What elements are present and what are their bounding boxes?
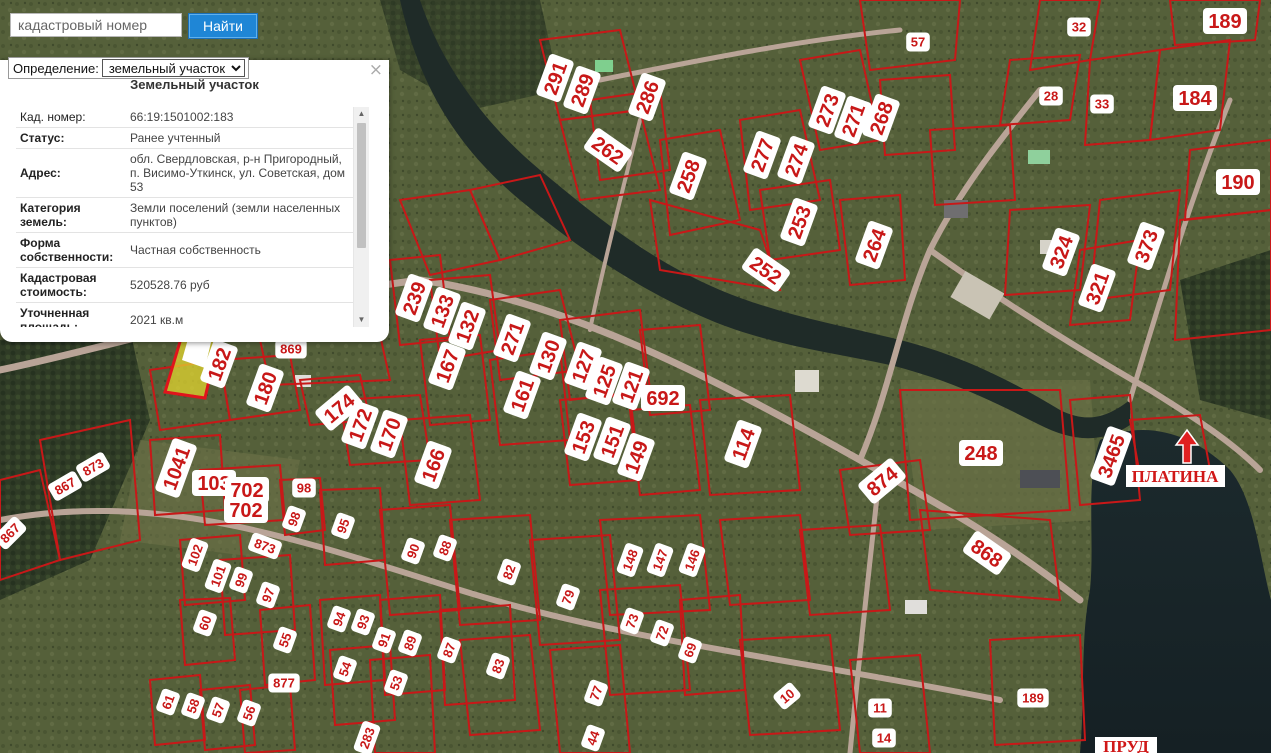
definition-row: Определение: земельный участок — [8, 57, 249, 79]
popup-scrollbar[interactable]: ▲ ▼ — [353, 107, 369, 327]
parcel-info-table: Кад. номер: 66:19:1501002:183 Статус: Ра… — [16, 107, 353, 327]
info-label: Статус: — [16, 127, 126, 149]
info-row-address: Адрес: обл. Свердловская, р-н Пригородны… — [16, 148, 353, 198]
search-button[interactable]: Найти — [188, 13, 258, 39]
parcel-number-text: 189 — [1022, 691, 1044, 706]
info-value: 66:19:1501002:183 — [126, 107, 353, 128]
prud-marker: ПРУД — [1095, 737, 1157, 753]
info-label: Кадастровая стоимость: — [16, 267, 126, 303]
parcel-number-text: 33 — [1095, 97, 1109, 112]
parcel-number-label: 184 — [1173, 85, 1217, 111]
popup-title: Земельный участок — [130, 77, 259, 92]
scrollbar-thumb[interactable] — [357, 123, 366, 248]
parcel-number-text: 98 — [297, 481, 311, 496]
info-label: Форма собственности: — [16, 232, 126, 268]
info-label: Кад. номер: — [16, 107, 126, 128]
parcel-number-label: 190 — [1216, 169, 1260, 195]
parcel-number-text: 189 — [1208, 11, 1241, 33]
info-value: 520528.76 руб — [126, 267, 353, 303]
cadastral-search-input[interactable] — [10, 13, 182, 37]
parcel-number-text: 877 — [273, 676, 295, 691]
info-row-area: Уточненная площадь: 2021 кв.м — [16, 302, 353, 327]
parcel-number-label: 692 — [641, 385, 685, 411]
info-value: обл. Свердловская, р-н Пригородный, п. В… — [126, 148, 353, 198]
parcel-info-popup: Определение: земельный участок × Земельн… — [0, 57, 389, 342]
info-value: Ранее учтенный — [126, 127, 353, 149]
close-icon[interactable]: × — [369, 62, 383, 79]
parcel-number-label: 32 — [1067, 17, 1091, 37]
info-label: Адрес: — [16, 148, 126, 198]
parcel-number-label: 189 — [1017, 688, 1049, 708]
search-bar: Найти — [10, 13, 258, 39]
parcel-number-text: 692 — [646, 388, 679, 410]
parcel-number-label: 28 — [1039, 86, 1063, 106]
parcel-number-label: 869 — [275, 339, 307, 359]
info-label: Категория земель: — [16, 197, 126, 233]
parcel-number-text: 57 — [911, 35, 925, 50]
parcel-number-label: 248 — [959, 440, 1003, 466]
definition-label: Определение: — [13, 60, 99, 76]
info-row-land-category: Категория земель: Земли поселений (земли… — [16, 197, 353, 233]
parcel-number-label: 57 — [906, 32, 930, 52]
parcel-number-text: 14 — [877, 731, 892, 746]
info-value: Земли поселений (земли населенных пункто… — [126, 197, 353, 233]
parcel-number-text: 32 — [1072, 20, 1086, 35]
scroll-down-icon[interactable]: ▼ — [354, 313, 369, 327]
scroll-up-icon[interactable]: ▲ — [354, 107, 369, 121]
info-row-cad-number: Кад. номер: 66:19:1501002:183 — [16, 107, 353, 128]
info-label: Уточненная площадь: — [16, 302, 126, 327]
parcel-number-text: 869 — [280, 342, 302, 357]
parcel-number-label: 189 — [1203, 8, 1247, 34]
parcel-number-label: 702 — [224, 497, 268, 523]
info-value: Частная собственность — [126, 232, 353, 268]
parcel-number-text: 190 — [1221, 172, 1254, 194]
parcel-number-label: 11 — [868, 698, 892, 718]
parcel-number-text: 248 — [964, 443, 997, 465]
info-row-ownership: Форма собственности: Частная собственнос… — [16, 232, 353, 268]
parcel-number-text: 184 — [1178, 88, 1212, 110]
parcel-number-text: 28 — [1044, 89, 1058, 104]
parcel-number-label: 14 — [872, 728, 896, 748]
parcel-number-label: 877 — [268, 673, 300, 693]
prud-label: ПРУД — [1103, 737, 1149, 753]
popup-body: Кад. номер: 66:19:1501002:183 Статус: Ра… — [16, 107, 353, 327]
parcel-number-label: 33 — [1090, 94, 1114, 114]
info-value: 2021 кв.м — [126, 302, 353, 327]
definition-select[interactable]: земельный участок — [101, 59, 245, 77]
parcel-number-text: 702 — [229, 500, 262, 522]
platina-label: ПЛАТИНА — [1132, 467, 1219, 486]
info-row-cad-value: Кадастровая стоимость: 520528.76 руб — [16, 267, 353, 303]
parcel-number-label: 98 — [292, 478, 316, 498]
info-row-status: Статус: Ранее учтенный — [16, 127, 353, 149]
parcel-number-text: 11 — [873, 701, 887, 716]
